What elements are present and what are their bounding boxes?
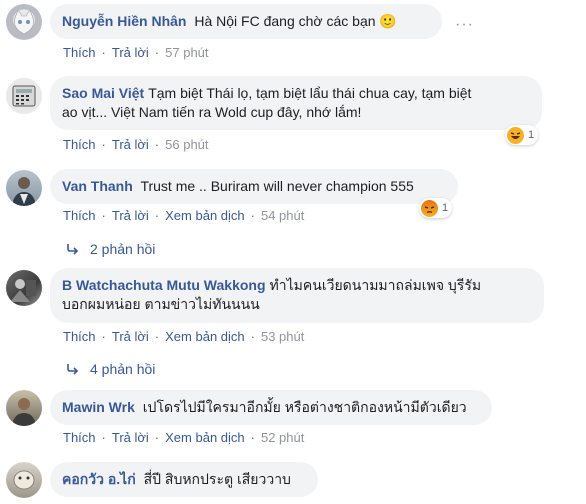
comment-bubble: Van Thanh Trust me .. Buriram will never…	[50, 169, 458, 204]
like-link[interactable]: Thích	[63, 208, 96, 223]
haha-reaction-icon	[507, 126, 524, 144]
comment-text: บอกผมหน่อย ตามข่าวไม่ทันนนน	[62, 296, 260, 312]
replies-count: 4 phản hồi	[90, 361, 156, 377]
like-link[interactable]: Thích	[63, 137, 96, 152]
translate-link[interactable]: Xem bản dịch	[165, 329, 245, 344]
avatar[interactable]	[6, 170, 42, 206]
comment-bubble: B Watchachuta Mutu Wakkong ทำไมคนเวียดนาม…	[50, 268, 544, 323]
comment-author[interactable]: Van Thanh	[62, 178, 133, 194]
reaction-count: 1	[442, 202, 449, 214]
like-link[interactable]: Thích	[63, 430, 96, 445]
comment-actions: Thích · Trả lời · 56 phút	[63, 137, 209, 152]
comment-text: Tạm biệt Thái lọ, tạm biệt lẩu thái chua…	[148, 85, 472, 101]
comment-time[interactable]: 57 phút	[165, 45, 208, 60]
translate-link[interactable]: Xem bản dịch	[165, 430, 245, 445]
replies-count: 2 phản hồi	[90, 241, 156, 257]
comment-text: สี่ปี สิบหกประตู เสียววาบ	[143, 471, 291, 487]
more-options-icon[interactable]: ···	[455, 16, 474, 34]
view-replies-link[interactable]: 2 phản hồi	[66, 241, 155, 257]
comment-text: Hà Nội FC đang chờ các bạn 🙂	[194, 13, 397, 29]
comment-author[interactable]: Nguyễn Hiền Nhân	[62, 13, 186, 29]
comment-time[interactable]: 53 phút	[261, 329, 304, 344]
comment-bubble: Mawin Wrk เปโดรไปมีใครมาอีกมั้ย หรือต่าง…	[50, 390, 492, 425]
comment-text: ao vịt... Việt Nam tiến ra Wold cup đây,…	[62, 104, 362, 120]
comment-actions: Thích · Trả lời · Xem bản dịch · 52 phút	[63, 430, 305, 445]
like-link[interactable]: Thích	[63, 45, 96, 60]
reply-link[interactable]: Trả lời	[112, 45, 149, 60]
avatar[interactable]	[6, 4, 42, 40]
reaction-badge[interactable]: 1	[505, 125, 539, 145]
comment-actions: Thích · Trả lời · Xem bản dịch · 53 phút	[63, 329, 305, 344]
comment-bubble: คอกวัว อ.ไก่ สี่ปี สิบหกประตู เสียววาบ	[50, 462, 318, 497]
reply-link[interactable]: Trả lời	[112, 137, 149, 152]
reply-arrow-icon	[67, 364, 79, 375]
reaction-badge[interactable]: 1	[419, 198, 453, 218]
angry-reaction-icon	[421, 199, 438, 217]
comment-text: ทำไมคนเวียดนามมาถล่มเพจ บุรีรัม	[269, 277, 482, 293]
comment-text: Trust me .. Buriram will never champion …	[140, 178, 414, 194]
like-link[interactable]: Thích	[63, 329, 96, 344]
comment-time[interactable]: 54 phút	[261, 208, 304, 223]
reply-link[interactable]: Trả lời	[112, 208, 149, 223]
comment-time[interactable]: 52 phút	[261, 430, 304, 445]
comment-author[interactable]: Mawin Wrk	[62, 399, 135, 415]
comment-bubble: Sao Mai Việt Tạm biệt Thái lọ, tạm biệt l…	[50, 76, 542, 130]
reply-link[interactable]: Trả lời	[112, 430, 149, 445]
reply-arrow-icon	[67, 244, 79, 255]
comment-author[interactable]: Sao Mai Việt	[62, 85, 144, 101]
reply-link[interactable]: Trả lời	[112, 329, 149, 344]
avatar[interactable]	[6, 270, 42, 306]
avatar[interactable]	[6, 462, 42, 498]
comment-text: เปโดรไปมีใครมาอีกมั้ย หรือต่างชาติกองหน้…	[142, 399, 467, 415]
avatar[interactable]	[6, 390, 42, 426]
comment-actions: Thích · Trả lời · Xem bản dịch · 54 phút	[63, 208, 305, 223]
reaction-count: 1	[528, 129, 535, 141]
comment-actions: Thích · Trả lời · 57 phút	[63, 45, 209, 60]
view-replies-link[interactable]: 4 phản hồi	[66, 361, 155, 377]
avatar[interactable]	[6, 78, 42, 114]
comment-author[interactable]: คอกวัว อ.ไก่	[62, 471, 136, 487]
comment-bubble: Nguyễn Hiền Nhân Hà Nội FC đang chờ các …	[50, 4, 442, 39]
translate-link[interactable]: Xem bản dịch	[165, 208, 245, 223]
comment-author[interactable]: B Watchachuta Mutu Wakkong	[62, 277, 266, 293]
comment-time[interactable]: 56 phút	[165, 137, 208, 152]
